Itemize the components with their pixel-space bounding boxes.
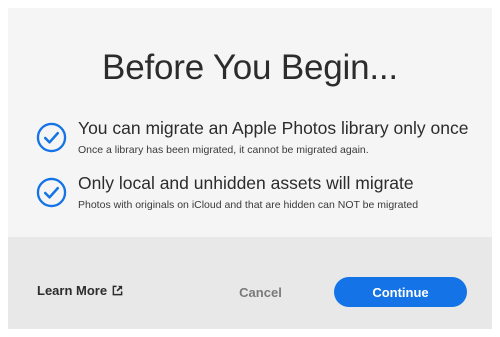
check-circle-icon [36, 177, 67, 208]
info-item-title: Only local and unhidden assets will migr… [78, 173, 414, 193]
info-item-description: Photos with originals on iCloud and that… [78, 199, 419, 211]
info-item-title: You can migrate an Apple Photos library … [78, 118, 469, 138]
continue-button[interactable]: Continue [334, 277, 467, 307]
learn-more-label: Learn More [37, 283, 108, 298]
cancel-button[interactable]: Cancel [213, 277, 308, 307]
check-circle-icon [36, 122, 67, 153]
learn-more-link[interactable]: Learn More [37, 283, 123, 298]
external-link-icon [112, 285, 123, 296]
info-item-description: Once a library has been migrated, it can… [78, 144, 369, 156]
dialog-title: Before You Begin... [102, 48, 398, 87]
dialog-footer: Learn More Cancel Continue [8, 237, 492, 329]
dialog-body: Before You Begin... You can migrate an A… [8, 8, 492, 237]
migration-dialog: Before You Begin... You can migrate an A… [8, 8, 492, 329]
